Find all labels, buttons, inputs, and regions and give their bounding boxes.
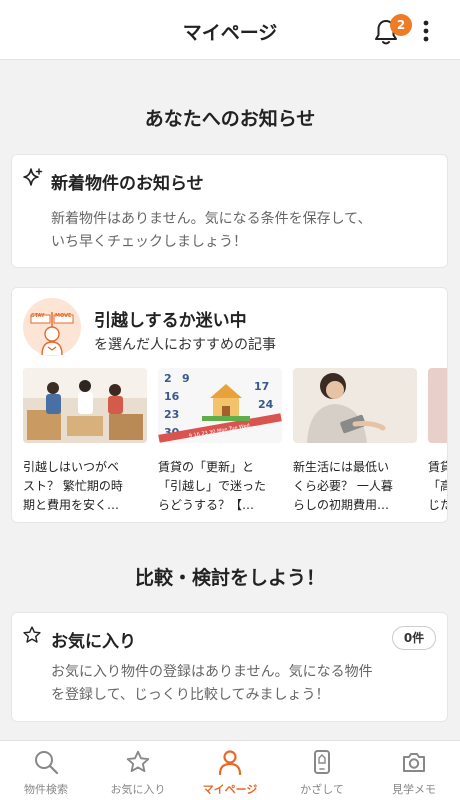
tab-label: 物件検索 — [24, 783, 68, 796]
article-title: 新生活には最低い くら必要？ 一人暮 らしの初期費用… — [293, 460, 393, 512]
article-card[interactable]: 新生活には最低い くら必要？ 一人暮 らしの初期費用… — [293, 368, 417, 515]
notification-badge: 2 — [390, 14, 412, 36]
notices-section-title: あなたへのお知らせ — [144, 108, 316, 130]
tab-hold-up[interactable]: かざして — [276, 741, 368, 800]
svg-text:17: 17 — [254, 380, 269, 393]
new-listings-title: 新着物件のお知らせ — [51, 174, 204, 194]
article-thumbnail: 29162330 1724 9 16 23 30 Mon Tue Wed — [158, 368, 282, 443]
tab-label: マイページ — [202, 783, 258, 796]
article-card[interactable]: 賃貸 「高 じた — [428, 368, 447, 515]
svg-text:23: 23 — [164, 408, 179, 421]
sign-move: MOVE — [55, 313, 72, 319]
moving-card-title: 引越しするか迷い中 — [94, 311, 247, 331]
article-card[interactable]: 29162330 1724 9 16 23 30 Mon Tue Wed 賃貸の… — [158, 368, 282, 515]
bottom-tab-bar: 物件検索 お気に入り マイページ かざして 見学メモ — [0, 740, 460, 800]
tab-mypage[interactable]: マイページ — [184, 741, 276, 800]
new-listings-card[interactable]: 新着物件のお知らせ 新着物件はありません。気になる条件を保存して、 いち早くチェ… — [11, 154, 448, 268]
stay-or-move-illustration — [23, 298, 81, 356]
article-thumbnail — [23, 368, 147, 443]
sign-stay: STAY — [31, 313, 45, 319]
moving-card-subtitle: を選んだ人におすすめの記事 — [94, 337, 276, 353]
svg-text:2: 2 — [164, 372, 172, 385]
tab-label: かざして — [300, 783, 344, 796]
article-thumbnail — [293, 368, 417, 443]
app-header: マイページ 2 — [0, 0, 460, 60]
star-icon — [23, 626, 41, 643]
compare-section-title: 比較・検討をしよう！ — [134, 567, 325, 589]
moving-articles-card: STAY MOVE 引越しするか迷い中 を選んだ人におすすめの記事 引越しはいつ… — [11, 287, 448, 523]
svg-text:16: 16 — [164, 390, 180, 403]
tab-viewing-memo[interactable]: 見学メモ — [368, 741, 460, 800]
article-title: 賃貸 「高 じた — [428, 460, 447, 512]
tab-label: お気に入り — [110, 783, 166, 796]
tab-property-search[interactable]: 物件検索 — [0, 741, 92, 800]
phone-scan-icon — [314, 750, 330, 774]
favorites-description: お気に入り物件の登録はありません。気になる物件 を登録して、じっくり比較してみま… — [51, 664, 373, 703]
article-title: 賃貸の「更新」と 「引越し」で迷った らどうする？【… — [158, 460, 267, 512]
tab-label: 見学メモ — [392, 783, 436, 796]
new-listings-description: 新着物件はありません。気になる条件を保存して、 いち早くチェックしましょう！ — [51, 211, 372, 250]
search-icon — [35, 751, 59, 775]
more-menu-icon[interactable] — [418, 18, 434, 44]
star-icon — [126, 750, 150, 773]
article-thumbnail — [428, 368, 447, 443]
camera-icon — [403, 753, 425, 772]
sparkle-icon — [23, 168, 43, 186]
svg-text:24: 24 — [258, 398, 274, 411]
tab-favorites[interactable]: お気に入り — [92, 741, 184, 800]
favorites-count-badge: 0件 — [392, 626, 436, 650]
svg-text:9: 9 — [182, 372, 190, 385]
favorites-title: お気に入り — [51, 632, 136, 652]
person-icon — [218, 750, 242, 775]
article-card[interactable]: 引越しはいつがベ スト？ 繁忙期の時 期と費用を安く… — [23, 368, 147, 515]
favorites-card[interactable]: お気に入り 0件 お気に入り物件の登録はありません。気になる物件 を登録して、じ… — [11, 612, 448, 722]
article-title: 引越しはいつがベ スト？ 繁忙期の時 期と費用を安く… — [23, 460, 123, 512]
